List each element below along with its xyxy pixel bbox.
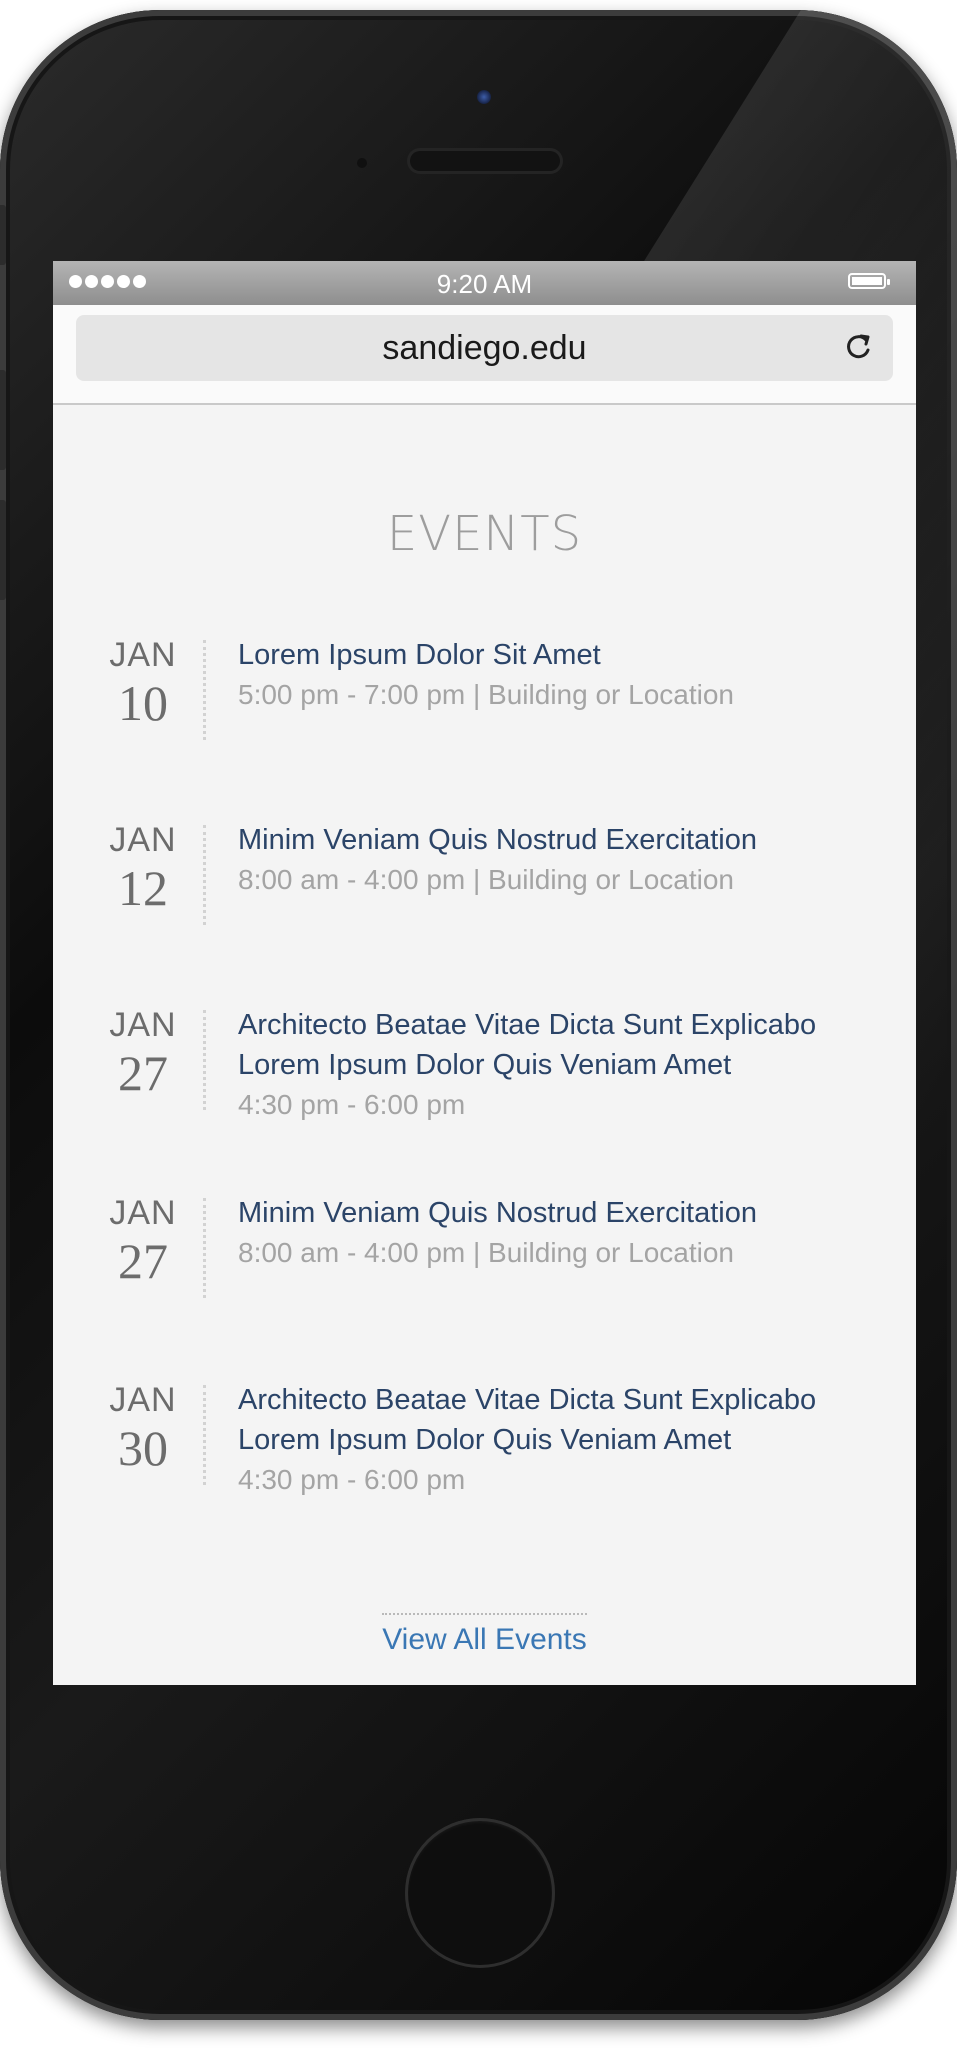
event-date: JAN 27	[98, 1005, 188, 1101]
event-title-link[interactable]: Minim Veniam Quis Nostrud Exercitation	[238, 820, 898, 860]
event-time-location: 8:00 am - 4:00 pm | Building or Location	[238, 1237, 735, 1268]
event-month: JAN	[109, 821, 177, 859]
event-date: JAN 30	[98, 1380, 188, 1476]
browser-toolbar: sandiego.edu	[53, 305, 916, 405]
event-title-link[interactable]: Minim Veniam Quis Nostrud Exercitation	[238, 1193, 898, 1233]
event-month: JAN	[109, 1194, 177, 1232]
event-day: 27	[118, 1045, 168, 1101]
event-time-location: 4:30 pm - 6:00 pm	[238, 1464, 466, 1495]
event-day: 12	[118, 860, 168, 916]
event-day: 27	[118, 1233, 168, 1289]
event-month: JAN	[109, 1381, 177, 1419]
page-title: EVENTS	[386, 506, 583, 562]
battery-icon	[848, 273, 890, 289]
address-bar[interactable]: sandiego.edu	[76, 315, 893, 381]
camera-icon	[477, 90, 491, 104]
date-divider	[203, 640, 206, 740]
event-info: Architecto Beatae Vitae Dicta Sunt Expli…	[238, 1005, 898, 1125]
event-time-location: 8:00 am - 4:00 pm | Building or Location	[238, 864, 735, 895]
phone-screen: 9:20 AM sandiego.edu EVENTS JAN 10 Lorem…	[53, 261, 916, 1685]
view-all-container: View All Events	[53, 1613, 916, 1657]
view-all-events-link[interactable]: View All Events	[382, 1613, 587, 1657]
event-date: JAN 12	[98, 820, 188, 916]
event-info: Minim Veniam Quis Nostrud Exercitation 8…	[238, 820, 898, 900]
event-month: JAN	[109, 1006, 177, 1044]
event-time-location: 5:00 pm - 7:00 pm | Building or Location	[238, 679, 735, 710]
event-time-location: 4:30 pm - 6:00 pm	[238, 1089, 466, 1120]
event-info: Minim Veniam Quis Nostrud Exercitation 8…	[238, 1193, 898, 1273]
event-month: JAN	[109, 636, 177, 674]
date-divider	[203, 1010, 206, 1110]
status-time: 9:20 AM	[436, 269, 533, 299]
event-date: JAN 27	[98, 1193, 188, 1289]
date-divider	[203, 1198, 206, 1298]
event-info: Lorem Ipsum Dolor Sit Amet 5:00 pm - 7:0…	[238, 635, 898, 715]
mute-switch	[0, 205, 6, 265]
phone-device: 9:20 AM sandiego.edu EVENTS JAN 10 Lorem…	[0, 10, 957, 2020]
event-title-link[interactable]: Lorem Ipsum Dolor Sit Amet	[238, 635, 898, 675]
event-day: 10	[118, 675, 168, 731]
event-day: 30	[118, 1420, 168, 1476]
date-divider	[203, 825, 206, 925]
event-date: JAN 10	[98, 635, 188, 731]
url-text[interactable]: sandiego.edu	[76, 329, 893, 368]
home-button[interactable]	[405, 1818, 555, 1968]
event-title-link[interactable]: Architecto Beatae Vitae Dicta Sunt Expli…	[238, 1380, 898, 1460]
event-info: Architecto Beatae Vitae Dicta Sunt Expli…	[238, 1380, 898, 1500]
date-divider	[203, 1385, 206, 1485]
earpiece-speaker	[410, 151, 560, 171]
event-title-link[interactable]: Architecto Beatae Vitae Dicta Sunt Expli…	[238, 1005, 898, 1085]
volume-down-button	[0, 500, 6, 600]
volume-up-button	[0, 370, 6, 470]
status-bar: 9:20 AM	[53, 261, 916, 305]
reload-icon[interactable]	[839, 327, 879, 367]
proximity-sensor	[357, 158, 367, 168]
